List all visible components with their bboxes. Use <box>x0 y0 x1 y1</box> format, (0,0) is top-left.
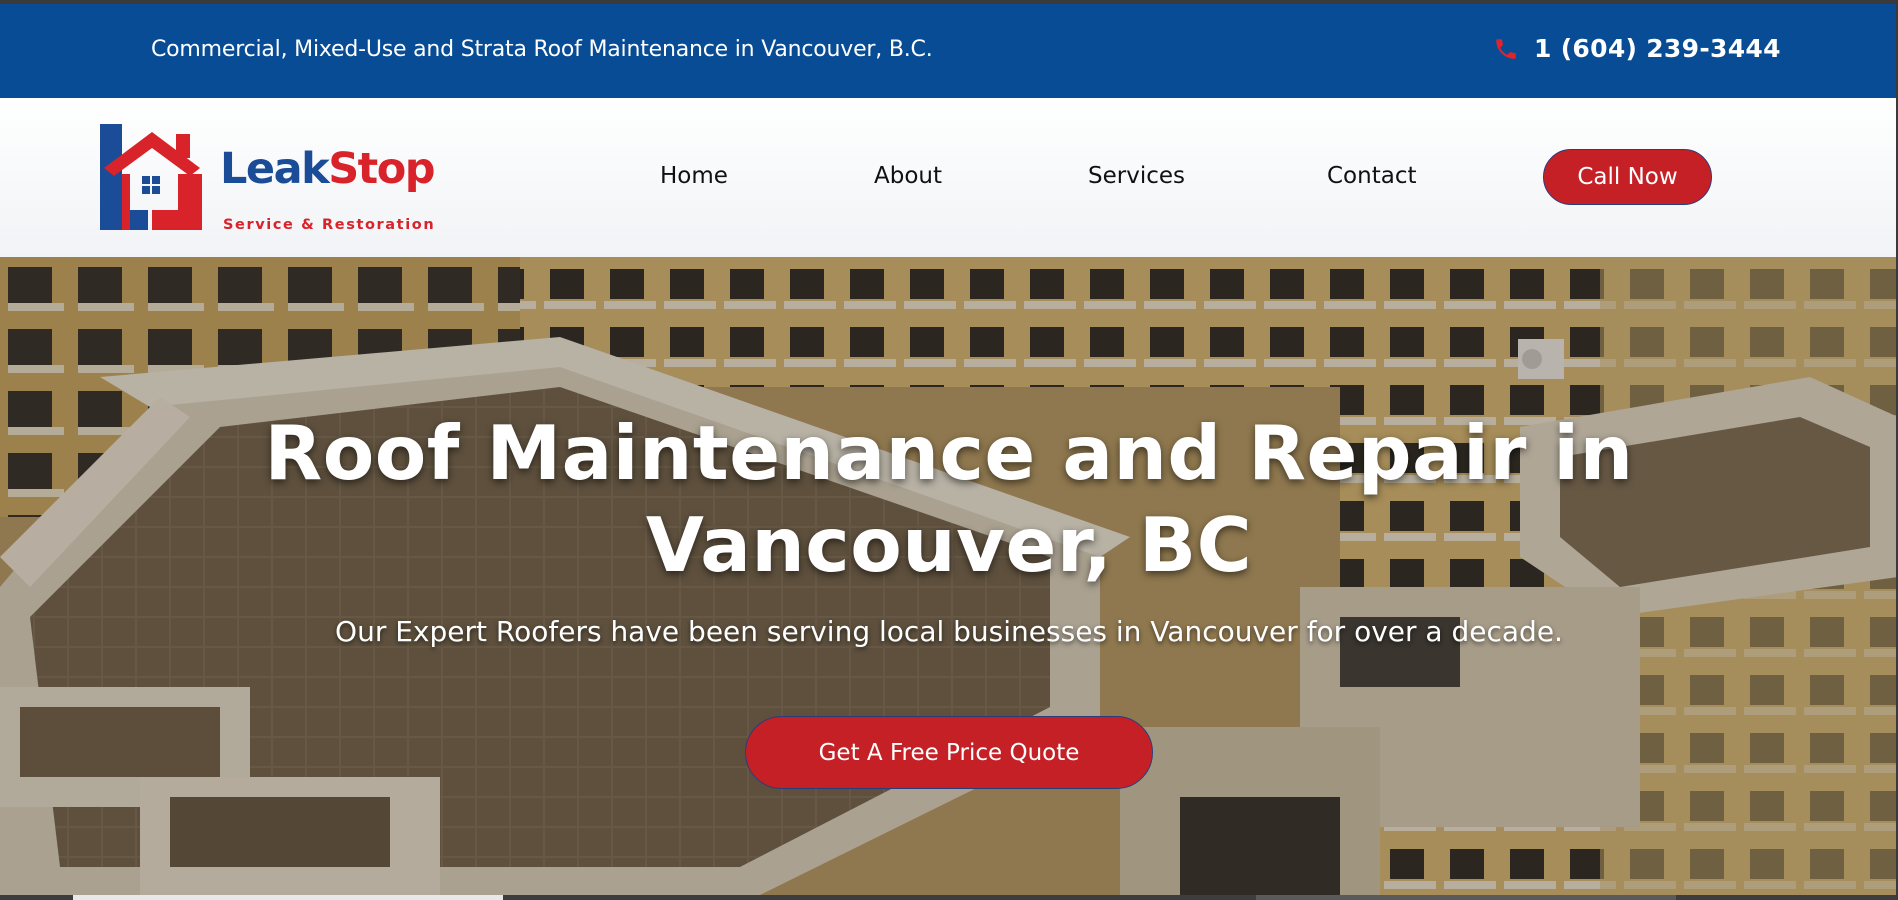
leakstop-logo[interactable]: LeakStop Service & Restoration <box>98 122 438 232</box>
call-now-button[interactable]: Call Now <box>1543 149 1712 205</box>
nav-about[interactable]: About <box>874 163 942 189</box>
topbar-tagline: Commercial, Mixed-Use and Strata Roof Ma… <box>151 37 933 62</box>
logo-word-leak: Leak <box>220 144 330 194</box>
logo-word-stop: Stop <box>328 144 435 194</box>
hero-title-line-2: Vancouver, BC <box>645 501 1253 589</box>
bottom-strip-tab-2 <box>1256 895 1676 900</box>
logo-subtitle: Service & Restoration <box>223 217 436 233</box>
bottom-strip-tab <box>73 895 503 900</box>
nav-services[interactable]: Services <box>1088 163 1185 189</box>
house-logo-icon <box>100 124 202 230</box>
nav-home[interactable]: Home <box>660 163 728 189</box>
nav-contact[interactable]: Contact <box>1327 163 1416 189</box>
hero-subtitle: Our Expert Roofers have been serving loc… <box>335 615 1563 648</box>
free-quote-button[interactable]: Get A Free Price Quote <box>745 716 1153 789</box>
topbar-phone-number[interactable]: 1 (604) 239-3444 <box>1534 34 1781 63</box>
top-info-bar: Commercial, Mixed-Use and Strata Roof Ma… <box>0 4 1898 98</box>
topbar-phone-link[interactable]: 1 (604) 239-3444 <box>1493 34 1781 63</box>
hero-section: Roof Maintenance and Repair in Vancouver,… <box>0 257 1898 895</box>
hero-title-line-1: Roof Maintenance and Repair in <box>264 409 1634 497</box>
bottom-scroll-strip <box>0 895 1898 900</box>
phone-icon <box>1496 38 1516 59</box>
logo-wordmark: LeakStop <box>220 148 436 191</box>
hero-title: Roof Maintenance and Repair in Vancouver,… <box>0 407 1898 591</box>
main-navbar: LeakStop Service & Restoration Home Abou… <box>0 98 1898 257</box>
